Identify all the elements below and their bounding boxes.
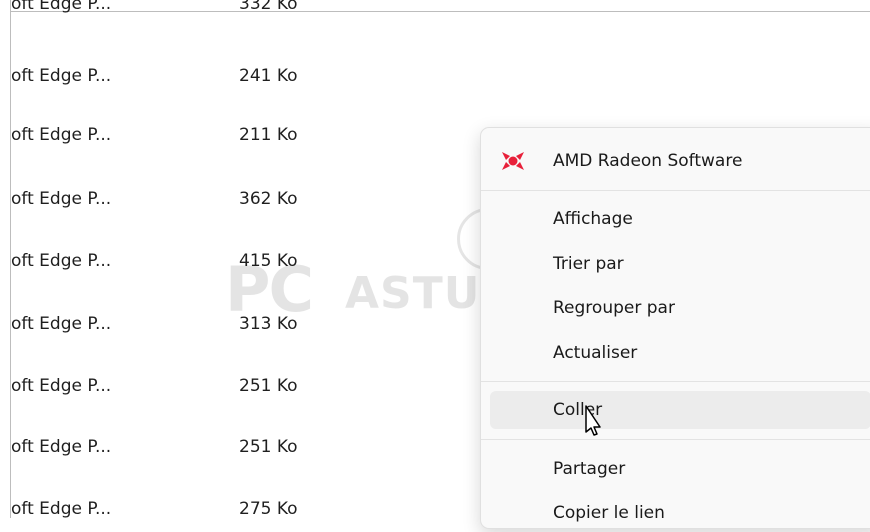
menu-item-label: Affichage (553, 209, 633, 229)
file-size: 251 Ko (239, 376, 298, 396)
file-row[interactable]: oft Edge P... 251 Ko (11, 376, 471, 416)
menu-item-amd-radeon-software[interactable]: AMD Radeon Software (481, 142, 870, 180)
menu-separator (481, 381, 870, 382)
file-row[interactable]: oft Edge P... 241 Ko (11, 66, 471, 106)
file-row[interactable]: oft Edge P... 251 Ko (11, 437, 471, 477)
file-name: oft Edge P... (11, 251, 112, 271)
file-name: oft Edge P... (11, 189, 112, 209)
file-name: oft Edge P... (11, 376, 112, 396)
menu-item-trier-par[interactable]: Trier par (481, 245, 870, 283)
file-size: 211 Ko (239, 125, 298, 145)
menu-item-copier-le-lien[interactable]: Copier le lien (481, 494, 870, 532)
file-row[interactable]: oft Edge P... 362 Ko (11, 189, 471, 229)
file-size: 332 Ko (239, 0, 298, 14)
menu-item-label: Trier par (553, 254, 624, 274)
menu-item-label: Regrouper par (553, 298, 675, 318)
file-size: 241 Ko (239, 66, 298, 86)
file-name: oft Edge P... (11, 437, 112, 457)
menu-item-label: Actualiser (553, 343, 638, 363)
file-row[interactable]: oft Edge P... 313 Ko (11, 314, 471, 354)
file-row[interactable]: oft Edge P... 211 Ko (11, 125, 471, 165)
menu-item-label: AMD Radeon Software (553, 151, 743, 171)
menu-separator (481, 190, 870, 191)
menu-item-partager[interactable]: Partager (481, 450, 870, 488)
menu-separator (481, 439, 870, 440)
file-name: oft Edge P... (11, 499, 112, 518)
file-size: 313 Ko (239, 314, 298, 334)
menu-item-actualiser[interactable]: Actualiser (481, 334, 870, 372)
file-name: oft Edge P... (11, 66, 112, 86)
menu-item-affichage[interactable]: Affichage (481, 200, 870, 238)
file-size: 275 Ko (239, 499, 298, 518)
file-row[interactable]: oft Edge P... 332 Ko (11, 0, 471, 34)
amd-radeon-icon (502, 152, 524, 170)
file-name: oft Edge P... (11, 0, 112, 14)
menu-item-label: Copier le lien (553, 503, 665, 523)
file-row[interactable]: oft Edge P... 415 Ko (11, 251, 471, 291)
menu-item-coller[interactable]: Coller (490, 391, 870, 429)
file-size: 362 Ko (239, 189, 298, 209)
file-name: oft Edge P... (11, 314, 112, 334)
mouse-pointer-icon (585, 405, 601, 436)
file-size: 415 Ko (239, 251, 298, 271)
file-size: 251 Ko (239, 437, 298, 457)
file-name: oft Edge P... (11, 125, 112, 145)
menu-item-regrouper-par[interactable]: Regrouper par (481, 289, 870, 327)
file-list: oft Edge P... 332 Ko oft Edge P... 241 K… (11, 0, 471, 518)
menu-item-label: Partager (553, 459, 626, 479)
context-menu: AMD Radeon Software Affichage Trier par … (480, 127, 870, 529)
file-row[interactable]: oft Edge P... 275 Ko (11, 499, 471, 518)
